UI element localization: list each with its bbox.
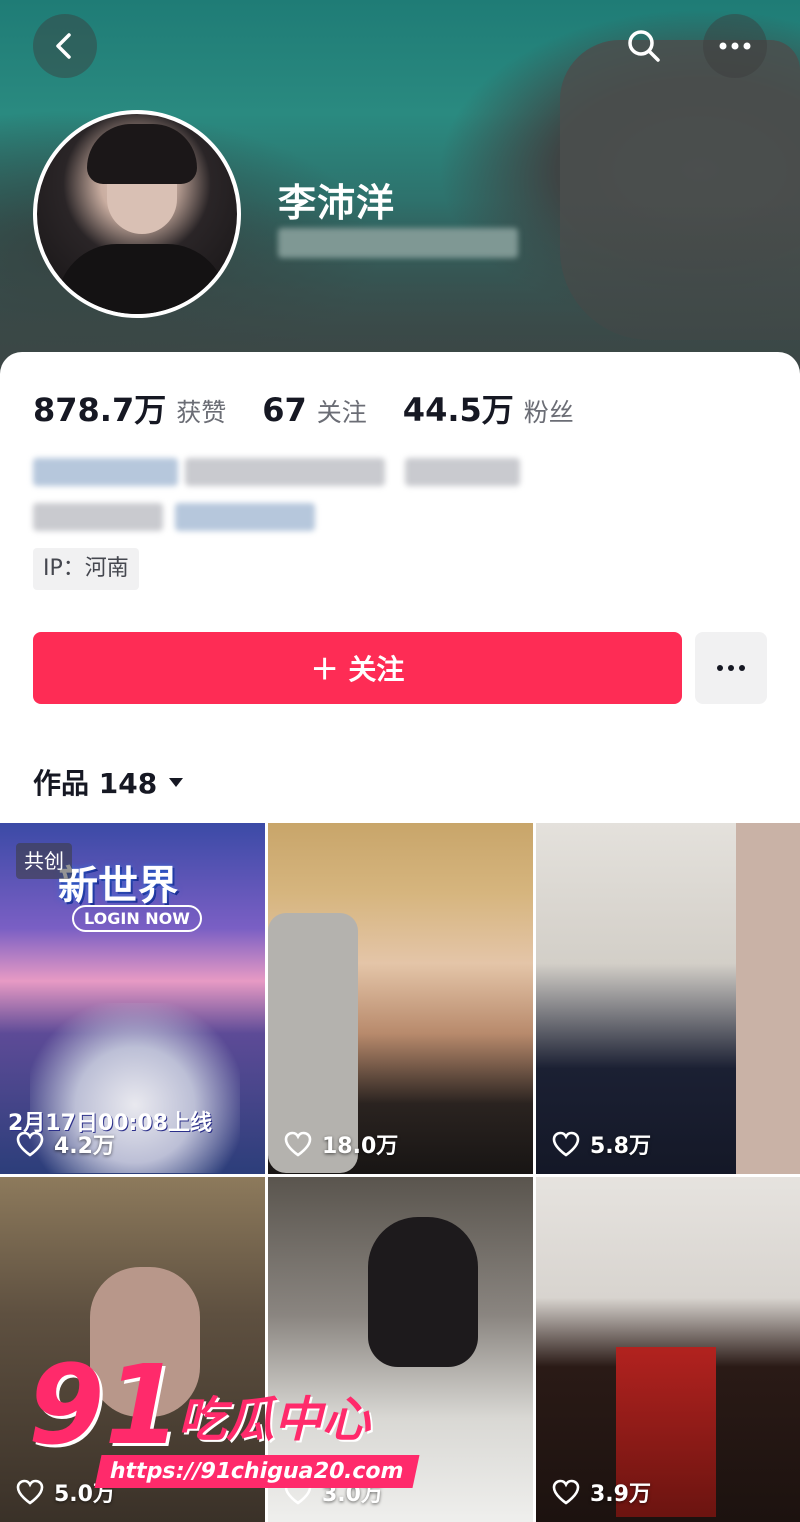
likes-label: 获赞: [176, 398, 227, 427]
watermark: 91 吃瓜中心 https://91chigua20.com: [28, 1341, 420, 1488]
blurred-bio-link: [175, 503, 315, 531]
heart-icon: [16, 1131, 44, 1157]
watermark-text: 吃瓜中心: [178, 1392, 371, 1448]
search-button[interactable]: [612, 14, 676, 78]
profile-name: 李沛洋: [278, 181, 396, 225]
blurred-bio-link: [33, 458, 178, 486]
video-tile[interactable]: 5.8万: [536, 823, 800, 1174]
ip-location-tag: IP：河南: [33, 548, 139, 590]
following-label: 关注: [316, 398, 367, 427]
followers-label: 粉丝: [523, 398, 574, 427]
profile-more-button[interactable]: [695, 632, 767, 704]
more-horizontal-icon: [719, 42, 751, 50]
avatar[interactable]: [33, 110, 241, 318]
followers-count[interactable]: 44.5万: [403, 385, 514, 431]
more-horizontal-icon: [717, 665, 745, 671]
co-create-badge: 共创: [16, 843, 72, 879]
video-thumbnail: [368, 1217, 478, 1367]
video-likes: 18.0万: [284, 1128, 398, 1160]
works-tab[interactable]: 作品 148: [33, 762, 185, 802]
follow-button[interactable]: ＋ 关注: [33, 632, 682, 704]
heart-icon: [552, 1131, 580, 1157]
video-tile[interactable]: 3.9万: [536, 1177, 800, 1522]
likes-count: 5.8万: [590, 1134, 651, 1159]
back-button[interactable]: [33, 14, 97, 78]
search-icon: [628, 30, 660, 62]
video-likes: 3.9万: [552, 1476, 651, 1508]
video-thumbnail: [736, 823, 800, 1174]
follow-label: ＋ 关注: [310, 653, 405, 686]
video-tile[interactable]: 18.0万: [268, 823, 533, 1174]
heart-icon: [284, 1131, 312, 1157]
likes-count: 18.0万: [322, 1134, 399, 1159]
heart-icon: [16, 1479, 44, 1505]
profile-stats: 878.7万 获赞 67 关注 44.5万 粉丝: [33, 385, 610, 431]
following-count[interactable]: 67: [262, 391, 307, 429]
video-likes: 5.8万: [552, 1128, 651, 1160]
blurred-bio-text: [405, 458, 520, 486]
heart-icon: [552, 1479, 580, 1505]
more-button[interactable]: [703, 14, 767, 78]
poster-subtitle: LOGIN NOW: [72, 905, 202, 932]
poster-title: 新世界: [58, 863, 178, 909]
likes-count[interactable]: 878.7万: [33, 385, 166, 431]
blurred-account-id: [278, 228, 518, 258]
likes-count: 3.9万: [590, 1482, 651, 1507]
caret-down-icon: [169, 778, 184, 787]
blurred-bio-text: [33, 503, 163, 531]
likes-count: 4.2万: [54, 1134, 115, 1159]
blurred-bio-text: [185, 458, 385, 486]
chevron-left-icon: [56, 33, 71, 59]
watermark-number: 91: [28, 1341, 182, 1469]
watermark-url: https://91chigua20.com: [94, 1455, 420, 1488]
video-likes: 4.2万: [16, 1128, 115, 1160]
video-tile[interactable]: 新世界 LOGIN NOW 2月17日00:08上线 共创 4.2万: [0, 823, 265, 1174]
works-label: 作品 148: [33, 767, 158, 800]
